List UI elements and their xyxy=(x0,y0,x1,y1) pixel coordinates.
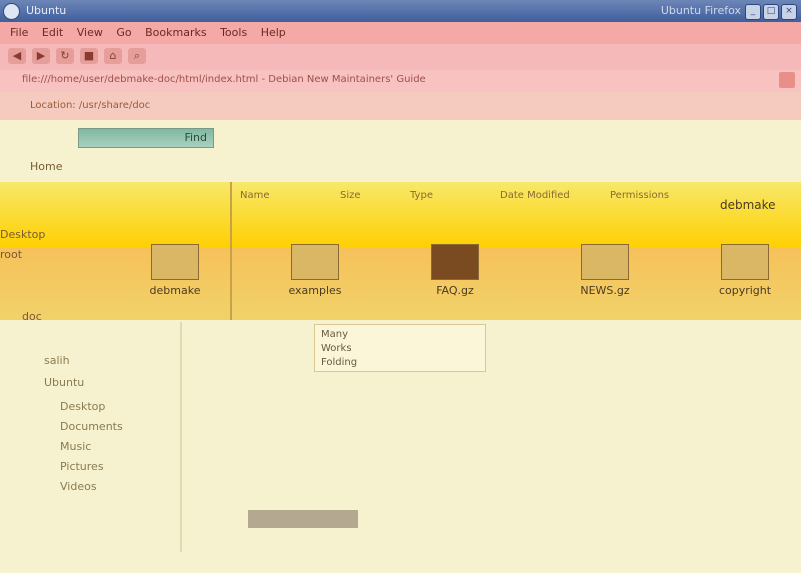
reload-button[interactable]: ↻ xyxy=(56,48,74,64)
menu-bar: File Edit View Go Bookmarks Tools Help xyxy=(0,22,801,44)
sidebar-item-root[interactable]: root xyxy=(0,248,22,261)
sidebar-item-desktop[interactable]: Desktop xyxy=(0,228,45,241)
text-file-icon xyxy=(721,244,769,280)
file-item-examples[interactable]: examples xyxy=(270,244,360,297)
close-button[interactable]: × xyxy=(781,4,797,20)
location-input[interactable]: file:///home/user/debmake-doc/html/index… xyxy=(22,74,426,85)
file-label: debmake xyxy=(149,284,201,297)
home-button[interactable]: ⌂ xyxy=(104,48,122,64)
column-debmake: debmake xyxy=(720,198,776,212)
column-type[interactable]: Type xyxy=(410,190,433,201)
tree-item[interactable]: Music xyxy=(60,440,91,453)
file-item-copyright[interactable]: copyright xyxy=(700,244,790,297)
file-label: copyright xyxy=(718,284,772,297)
file-label: NEWS.gz xyxy=(580,284,630,297)
column-name[interactable]: Name xyxy=(240,190,270,201)
path-bar: Location: /usr/share/doc xyxy=(0,92,801,120)
status-box xyxy=(248,510,358,528)
popup-item[interactable]: Folding xyxy=(321,357,357,368)
maximize-button[interactable]: □ xyxy=(763,4,779,20)
file-item-debmake[interactable]: debmake xyxy=(130,244,220,297)
file-list-header-band xyxy=(0,182,801,248)
app-logo-icon xyxy=(3,3,20,20)
menu-help[interactable]: Help xyxy=(261,26,286,39)
menu-tools[interactable]: Tools xyxy=(220,26,247,39)
sidebar-item-home[interactable]: Home xyxy=(30,160,62,173)
search-button[interactable]: ⌕ xyxy=(128,48,146,64)
file-item-faq[interactable]: FAQ.gz xyxy=(410,244,500,297)
menu-view[interactable]: View xyxy=(77,26,103,39)
sidebar-tab[interactable]: Find xyxy=(78,128,214,148)
folder-tree: salih Ubuntu Desktop Documents Music Pic… xyxy=(0,320,180,573)
sidebar-tab-label: Find xyxy=(184,131,207,144)
popup-item[interactable]: Many xyxy=(321,329,348,340)
popup-item[interactable]: Works xyxy=(321,343,352,354)
back-button[interactable]: ◀ xyxy=(8,48,26,64)
pane-divider[interactable] xyxy=(230,182,232,320)
path-label: Location: /usr/share/doc xyxy=(30,100,151,111)
tree-item[interactable]: Desktop xyxy=(60,400,105,413)
stop-button[interactable]: ■ xyxy=(80,48,98,64)
column-date[interactable]: Date Modified xyxy=(500,190,570,201)
tree-item[interactable]: Documents xyxy=(60,420,123,433)
archive-icon xyxy=(581,244,629,280)
archive-icon xyxy=(431,244,479,280)
file-icon xyxy=(291,244,339,280)
folder-icon xyxy=(151,244,199,280)
file-item-news[interactable]: NEWS.gz xyxy=(560,244,650,297)
menu-edit[interactable]: Edit xyxy=(42,26,63,39)
minimize-button[interactable]: _ xyxy=(745,4,761,20)
file-label: examples xyxy=(288,284,342,297)
forward-button[interactable]: ▶ xyxy=(32,48,50,64)
column-size[interactable]: Size xyxy=(340,190,361,201)
column-permissions[interactable]: Permissions xyxy=(610,190,669,201)
window-right-label: Ubuntu Firefox xyxy=(660,4,741,17)
context-popup: Many Works Folding xyxy=(314,324,486,372)
tree-item[interactable]: Pictures xyxy=(60,460,104,473)
window-title: Ubuntu xyxy=(26,4,67,17)
menu-file[interactable]: File xyxy=(10,26,28,39)
tree-item[interactable]: salih xyxy=(44,354,70,367)
file-label: FAQ.gz xyxy=(436,284,474,297)
tree-divider[interactable] xyxy=(180,322,182,552)
file-list-icons-band xyxy=(0,248,801,320)
go-icon[interactable] xyxy=(779,72,795,88)
menu-go[interactable]: Go xyxy=(116,26,131,39)
tree-item[interactable]: Ubuntu xyxy=(44,376,84,389)
tree-item[interactable]: Videos xyxy=(60,480,97,493)
title-bar: Ubuntu Ubuntu Firefox _ □ × xyxy=(0,0,801,22)
address-bar: file:///home/user/debmake-doc/html/index… xyxy=(0,70,801,92)
menu-bookmarks[interactable]: Bookmarks xyxy=(145,26,206,39)
toolbar: ◀ ▶ ↻ ■ ⌂ ⌕ xyxy=(0,44,801,70)
